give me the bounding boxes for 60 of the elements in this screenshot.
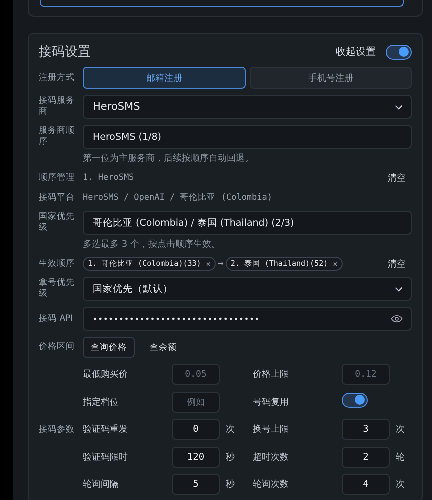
field-label: 服务商顺序 (39, 126, 76, 148)
field-label: 拿号优先级 (39, 278, 76, 300)
collapse-label: 收起设置 (336, 46, 376, 59)
provider-order-field[interactable]: HeroSMS (1/8) (83, 125, 412, 149)
number-field[interactable]: 0.05 (172, 364, 220, 386)
clear-button[interactable]: 清空 (382, 258, 412, 270)
number-field[interactable]: 4 (342, 474, 390, 496)
param-label: 验证码限时 (83, 452, 129, 464)
reuse-toggle[interactable] (342, 392, 368, 408)
number-field[interactable]: 例如 (172, 392, 220, 413)
param-label: 号码复用 (253, 396, 290, 409)
section-title: 接码设置 (39, 44, 92, 61)
param-label: 最低购买价 (83, 368, 129, 382)
clear-button[interactable]: 清空 (382, 172, 412, 184)
hint-text: 第一位为主服务商，后续按顺序自动回退。 (83, 152, 255, 165)
provider-select[interactable]: HeroSMS (83, 95, 412, 119)
unit-text: 秒 (226, 480, 235, 490)
field-label: 接码服务商 (39, 96, 76, 118)
text-button[interactable]: 查余额 (143, 337, 184, 358)
country-field[interactable]: 哥伦比亚 (Colombia) / 泰国 (Thailand) (2/3) (83, 211, 412, 235)
platform-text: HeroSMS / OpenAI / 哥伦比亚 (Colombia) (83, 192, 273, 204)
number-field[interactable]: 5 (172, 474, 220, 496)
remove-button[interactable]: × (201, 260, 211, 268)
number-field[interactable]: 0.12 (342, 364, 390, 386)
mode-tab[interactable]: 手机号注册 (250, 67, 412, 89)
number-field[interactable]: 3 (342, 419, 390, 440)
query-button[interactable]: 查询价格 (83, 337, 135, 358)
chevron-down-icon (395, 286, 403, 292)
field-label: 接码平台 (39, 192, 76, 204)
mode-tab[interactable]: 邮箱注册 (83, 67, 246, 89)
field-label: 接码参数 (39, 424, 76, 436)
chevron-down-icon (395, 104, 403, 110)
field-label: 生效顺序 (39, 258, 76, 270)
param-label: 换号上限 (253, 424, 290, 436)
param-label: 超时次数 (253, 452, 290, 464)
eye-icon[interactable] (391, 315, 403, 323)
number-field[interactable]: 0 (172, 419, 220, 440)
collapse-toggle[interactable] (386, 44, 412, 60)
param-label: 验证码重发 (83, 424, 129, 436)
number-field[interactable]: 120 (172, 446, 220, 468)
param-label: 轮询次数 (253, 478, 290, 492)
param-label: 指定档位 (83, 396, 120, 409)
param-label: 轮询间隔 (83, 478, 120, 492)
unit-text: 次 (396, 425, 405, 436)
field-label: 接码 API (39, 314, 74, 324)
param-label: 价格上限 (253, 368, 290, 382)
number-field[interactable]: 2 (342, 446, 390, 468)
unit-text: 秒 (226, 452, 235, 463)
unit-text: 次 (396, 480, 405, 490)
field-label: 价格区间 (39, 342, 76, 353)
field-label: 顺序管理 (39, 172, 76, 184)
priority-select[interactable]: 国家优先（默认） (83, 277, 412, 301)
unit-text: 次 (226, 425, 235, 436)
field-label: 国家优先级 (39, 212, 76, 234)
order-text: 1. HeroSMS (83, 173, 136, 183)
unit-text: 轮 (396, 452, 405, 463)
hint-text: 多选最多 3 个，按点击顺序生效。 (83, 238, 222, 251)
remove-button[interactable]: × (328, 260, 338, 268)
field-label: 注册方式 (39, 72, 76, 84)
api-key-field[interactable]: •••••••••••••••••••••••••••••••• (83, 307, 412, 331)
